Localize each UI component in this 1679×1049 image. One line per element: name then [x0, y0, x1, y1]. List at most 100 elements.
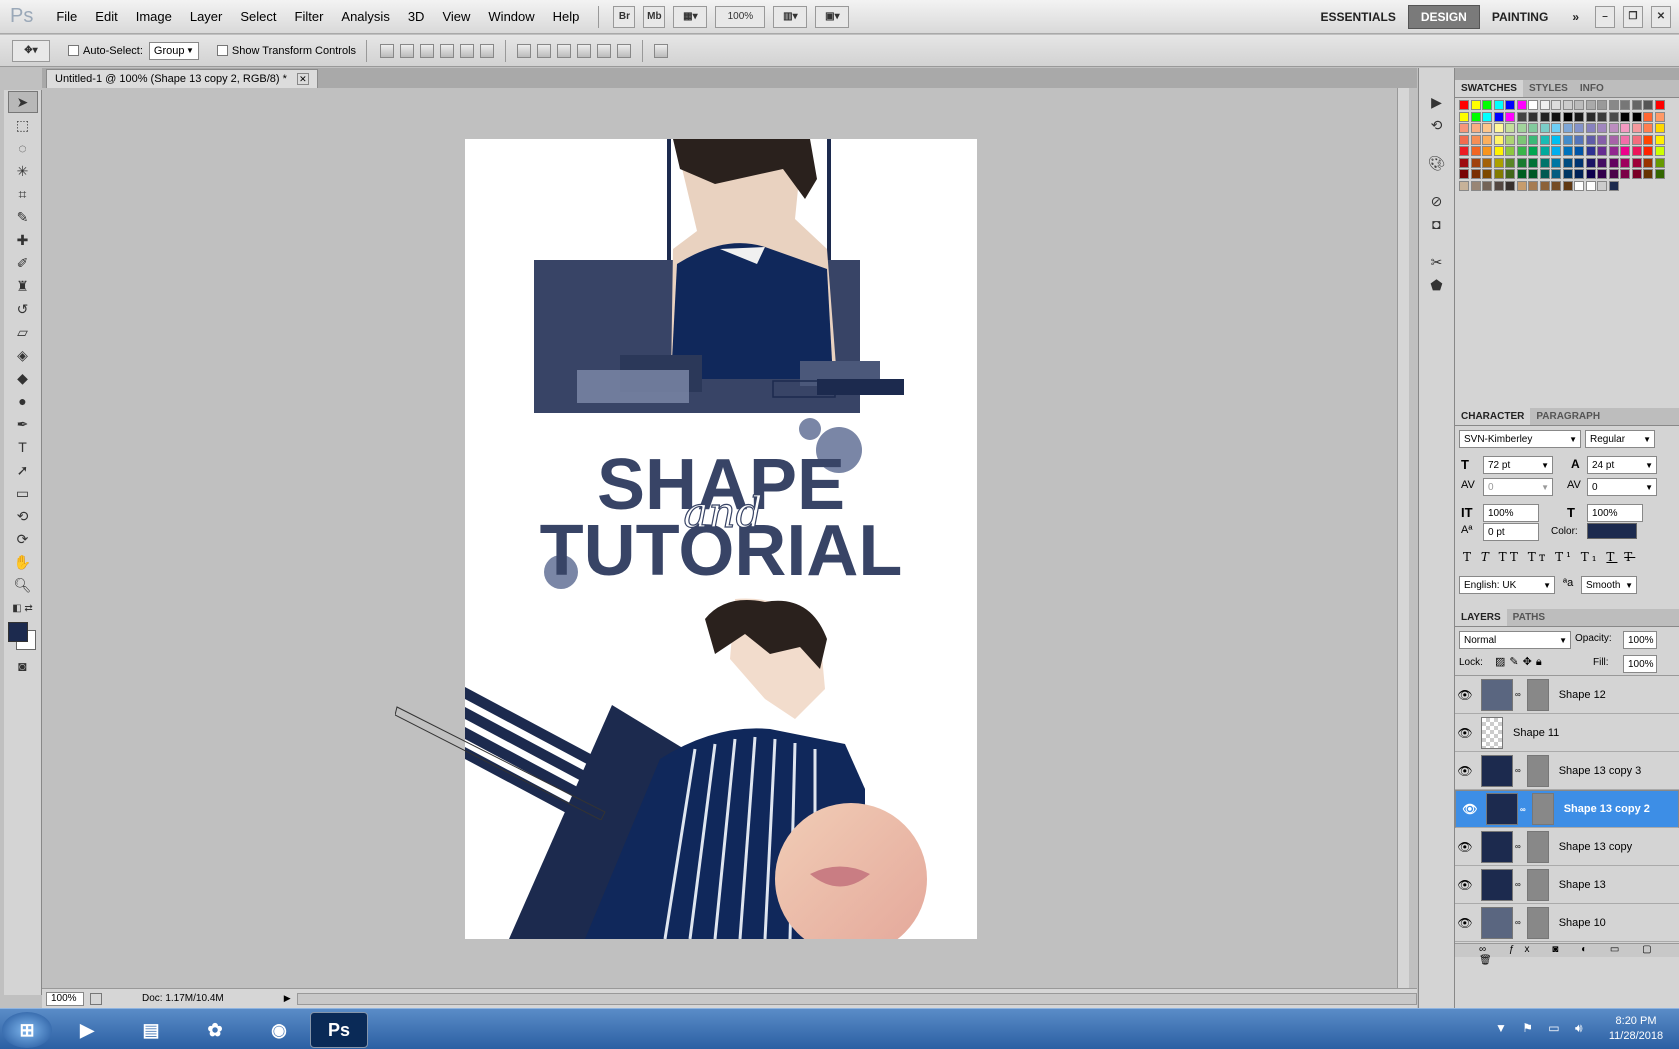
menu-analysis[interactable]: Analysis [332, 0, 398, 34]
healing-brush-tool-icon[interactable]: ✚ [8, 229, 38, 251]
color-swatch[interactable] [1597, 180, 1607, 191]
menu-edit[interactable]: Edit [86, 0, 126, 34]
rectangle-tool-icon[interactable]: ▭ [8, 482, 38, 504]
menu-3d[interactable]: 3D [399, 0, 434, 34]
color-swatch[interactable] [1643, 111, 1653, 122]
actions-icon[interactable]: ▶ [1422, 91, 1452, 113]
mini-bridge-button[interactable]: Mb [643, 5, 666, 28]
auto-select-target-select[interactable]: Group ▼ [148, 41, 199, 60]
color-swatch[interactable] [1631, 134, 1642, 145]
color-swatch[interactable] [1585, 123, 1596, 133]
3d-orbit-tool-icon[interactable]: ⟳ [8, 528, 38, 550]
layer-row[interactable]: 👁︎ ∞ Shape 10 [1455, 904, 1679, 942]
color-swatch[interactable] [1597, 100, 1607, 110]
color-swatch[interactable] [1528, 157, 1538, 168]
layer-row-selected[interactable]: 👁︎ ∞ Shape 13 copy 2 [1455, 790, 1679, 828]
align-hcenter-icon[interactable] [460, 43, 475, 58]
type-tool-icon[interactable]: T [8, 436, 38, 458]
color-swatch[interactable] [1551, 100, 1561, 110]
kerning-field[interactable]: 0 ▼ [1483, 478, 1553, 496]
color-swatch[interactable] [1562, 146, 1573, 156]
color-swatch[interactable] [1493, 100, 1504, 110]
color-swatch[interactable] [1620, 134, 1630, 145]
color-swatch[interactable] [1631, 111, 1642, 122]
color-swatch[interactable] [1643, 146, 1653, 156]
color-swatch[interactable] [1505, 169, 1515, 179]
tracking-field[interactable]: 0 ▼ [1587, 478, 1657, 496]
color-swatch[interactable] [1539, 100, 1550, 110]
distribute-hcenter-icon[interactable] [597, 43, 612, 58]
color-swatch[interactable] [1493, 146, 1504, 156]
color-swatch[interactable] [1516, 157, 1527, 168]
color-swatch[interactable] [1631, 157, 1642, 168]
color-swatch[interactable] [1528, 100, 1538, 110]
visibility-eye-icon[interactable]: 👁︎ [1455, 764, 1475, 778]
color-swatch[interactable] [1493, 157, 1504, 168]
color-swatch[interactable] [1470, 169, 1481, 179]
color-swatch[interactable] [1654, 123, 1665, 133]
visibility-eye-icon[interactable]: 👁︎ [1460, 802, 1480, 816]
color-swatch[interactable] [1585, 157, 1596, 168]
quick-mask-icon[interactable]: ◙ [8, 655, 38, 677]
color-swatch[interactable] [1597, 123, 1607, 133]
brush-preset-icon[interactable]: ⊘ [1422, 190, 1452, 212]
app-taskbar-icon[interactable]: ✿ [186, 1012, 244, 1048]
layers-footer-buttons[interactable]: ∞ ƒx ◙ ◐ ▭ ▢ 🗑︎ [1455, 943, 1679, 966]
visibility-eye-icon[interactable]: 👁︎ [1455, 916, 1475, 930]
align-vcenter-icon[interactable] [400, 43, 415, 58]
color-swatch[interactable] [1493, 169, 1504, 179]
color-swatch[interactable] [1585, 169, 1596, 179]
menu-filter[interactable]: Filter [286, 0, 333, 34]
color-swatch[interactable] [1562, 100, 1573, 110]
foreground-color-swatch[interactable] [8, 622, 28, 642]
color-swatch[interactable] [1608, 180, 1619, 191]
close-button[interactable]: ✕ [1651, 5, 1671, 28]
vertical-scale-field[interactable]: 100% [1483, 504, 1539, 522]
align-right-icon[interactable] [480, 43, 495, 58]
pen-tool-icon[interactable]: ✒ [8, 413, 38, 435]
color-swatch[interactable] [1505, 134, 1515, 145]
color-swatch[interactable] [1620, 100, 1630, 110]
menu-help[interactable]: Help [544, 0, 589, 34]
restore-button[interactable]: ❐ [1623, 5, 1643, 28]
move-tool-icon[interactable]: ➤ [7, 91, 38, 113]
crop-tool-icon[interactable]: ⌗ [8, 183, 38, 205]
layer-row[interactable]: 👁︎ ∞ Shape 13 [1455, 866, 1679, 904]
color-swatch[interactable] [1482, 157, 1492, 168]
color-swatch[interactable] [1539, 134, 1550, 145]
distribute-top-icon[interactable] [517, 43, 532, 58]
layer-row[interactable]: 👁︎ ∞ Shape 13 copy [1455, 828, 1679, 866]
color-swatch[interactable] [1539, 123, 1550, 133]
color-swatch[interactable] [1643, 157, 1653, 168]
color-swatch[interactable] [1574, 180, 1584, 191]
color-swatch[interactable] [1585, 146, 1596, 156]
menu-image[interactable]: Image [127, 0, 181, 34]
tab-swatches[interactable]: SWATCHES [1455, 80, 1523, 97]
color-swatch[interactable] [1505, 157, 1515, 168]
color-swatch[interactable] [1608, 100, 1619, 110]
color-swatch[interactable] [1551, 180, 1561, 191]
color-swatch[interactable] [1539, 169, 1550, 179]
menu-layer[interactable]: Layer [181, 0, 232, 34]
color-swatch[interactable] [1528, 169, 1538, 179]
color-swatch[interactable] [1539, 146, 1550, 156]
menu-view[interactable]: View [433, 0, 479, 34]
color-swatch[interactable] [1585, 180, 1596, 191]
distribute-right-icon[interactable] [617, 43, 632, 58]
blend-mode-select[interactable]: Normal ▼ [1459, 631, 1571, 649]
color-swatch[interactable] [1643, 123, 1653, 133]
color-swatch[interactable] [1482, 100, 1492, 110]
color-swatch[interactable] [1574, 123, 1584, 133]
color-swatch[interactable] [1643, 169, 1653, 179]
color-swatch[interactable] [1516, 180, 1527, 191]
color-swatch[interactable] [1482, 111, 1492, 122]
arrange-documents-button[interactable]: ▥▾ [773, 5, 808, 28]
lock-icons[interactable]: ▨✎✥🔒︎ [1495, 655, 1546, 669]
color-swatch[interactable] [1493, 123, 1504, 133]
color-swatches[interactable] [4, 620, 41, 654]
status-preview-icon[interactable] [90, 992, 102, 1005]
tab-layers[interactable]: LAYERS [1455, 609, 1507, 626]
color-swatch[interactable] [1470, 180, 1481, 191]
color-swatch[interactable] [1562, 169, 1573, 179]
color-swatch[interactable] [1620, 157, 1630, 168]
